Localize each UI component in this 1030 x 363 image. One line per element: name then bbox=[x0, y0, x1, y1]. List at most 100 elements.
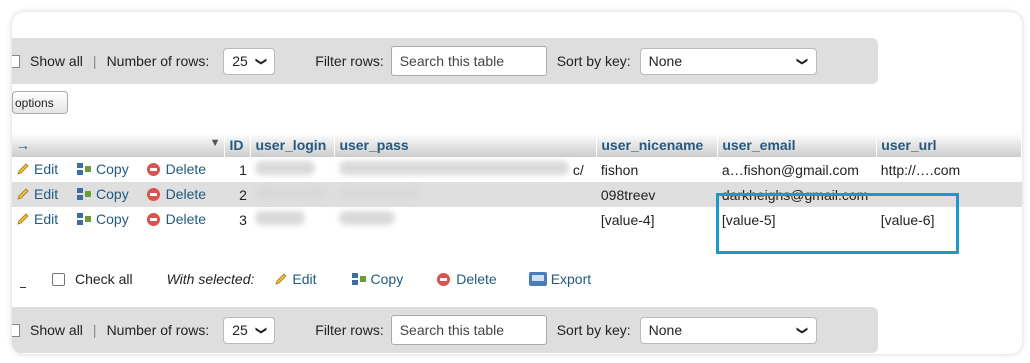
number-of-rows-label: Number of rows: bbox=[106, 53, 210, 69]
phpmyadmin-browse-panel: Show all | Number of rows: 25 ❯ Filter r… bbox=[12, 12, 1022, 354]
bulk-export-button[interactable]: Export bbox=[528, 271, 592, 287]
redacted-value bbox=[254, 161, 315, 175]
number-of-rows-label: Number of rows: bbox=[106, 322, 210, 338]
edit-label: Edit bbox=[34, 210, 59, 227]
right-arrow-icon: → bbox=[16, 137, 30, 153]
cell-id[interactable]: 1 bbox=[224, 157, 251, 182]
pencil-icon bbox=[275, 273, 287, 285]
bulk-copy-label: Copy bbox=[370, 271, 404, 287]
cell-id[interactable]: 2 bbox=[224, 182, 251, 207]
copy-link[interactable]: Copy bbox=[76, 161, 129, 177]
redacted-value bbox=[254, 186, 329, 200]
edit-label: Edit bbox=[34, 160, 59, 177]
row-actions: Edit Copy Delete bbox=[12, 207, 225, 232]
column-arrow-header[interactable]: → ▼ bbox=[12, 133, 226, 157]
filter-rows-placeholder: Search this table bbox=[399, 53, 505, 69]
filter-rows-label: Filter rows: bbox=[315, 53, 384, 69]
edit-label: Edit bbox=[34, 185, 59, 202]
cell-user-nicename[interactable]: 098treev bbox=[596, 182, 718, 207]
redacted-value bbox=[254, 211, 305, 225]
cell-user-pass[interactable]: c/ bbox=[334, 157, 597, 182]
bulk-delete-button[interactable]: Delete bbox=[437, 271, 497, 287]
edit-link[interactable]: Edit bbox=[16, 186, 58, 202]
column-header-id[interactable]: ID bbox=[224, 133, 252, 157]
bulk-delete-label: Delete bbox=[456, 271, 497, 287]
divider: | bbox=[92, 322, 97, 338]
with-selected-label: With selected: bbox=[166, 271, 255, 287]
column-header-user-nicename[interactable]: user_nicename bbox=[596, 133, 719, 157]
delete-link[interactable]: Delete bbox=[146, 211, 207, 227]
copy-link[interactable]: Copy bbox=[76, 186, 129, 202]
sort-by-key-select[interactable]: None ❯ bbox=[639, 316, 817, 344]
column-header-user-pass[interactable]: user_pass bbox=[334, 133, 598, 157]
cell-user-pass[interactable] bbox=[334, 207, 597, 232]
delete-label: Delete bbox=[165, 211, 207, 227]
options-button[interactable]: options bbox=[12, 91, 68, 114]
bulk-actions-bar: Check all With selected: Edit Copy Delet… bbox=[12, 268, 712, 290]
show-all-checkbox[interactable] bbox=[12, 54, 20, 68]
filter-rows-input[interactable]: Search this table bbox=[390, 315, 547, 345]
pencil-icon bbox=[17, 162, 29, 175]
options-label: options bbox=[15, 95, 54, 110]
rows-per-page-select[interactable]: 25 ❯ bbox=[223, 316, 276, 344]
cell-user-nicename[interactable]: [value-4] bbox=[596, 207, 718, 232]
column-header-user-login[interactable]: user_login bbox=[250, 133, 336, 157]
copy-link[interactable]: Copy bbox=[76, 211, 129, 227]
copy-icon bbox=[77, 162, 92, 175]
cell-user-login[interactable] bbox=[250, 207, 335, 232]
redacted-value bbox=[338, 161, 569, 175]
rows-per-page-value: 25 bbox=[232, 53, 248, 69]
export-icon bbox=[528, 272, 547, 286]
table-row: Edit Copy Delete 1 c/ fishon a…fishon@gm… bbox=[12, 157, 1022, 182]
delete-icon bbox=[146, 212, 160, 226]
sort-by-key-select[interactable]: None ❯ bbox=[639, 47, 817, 75]
row-actions: Edit Copy Delete bbox=[12, 157, 225, 182]
bulk-export-label: Export bbox=[550, 271, 592, 287]
check-all-checkbox[interactable] bbox=[52, 272, 65, 286]
edit-link[interactable]: Edit bbox=[16, 161, 58, 177]
chevron-down-icon: ❯ bbox=[255, 325, 268, 335]
check-all-label[interactable]: Check all bbox=[75, 271, 133, 287]
cell-user-url[interactable]: http://….com bbox=[876, 157, 1022, 182]
sort-by-key-label: Sort by key: bbox=[556, 322, 631, 338]
row-actions: Edit Copy Delete bbox=[12, 182, 225, 207]
cell-user-login[interactable] bbox=[250, 182, 335, 207]
table-header-row: → ▼ ID user_login user_pass user_nicenam… bbox=[12, 133, 1022, 157]
show-all-label: Show all bbox=[30, 322, 83, 338]
top-navigation-bar: Show all | Number of rows: 25 ❯ Filter r… bbox=[12, 38, 878, 84]
sort-chevron-icon[interactable]: ▼ bbox=[210, 137, 221, 149]
redacted-value bbox=[338, 186, 419, 200]
delete-link[interactable]: Delete bbox=[146, 186, 206, 202]
cell-id[interactable]: 3 bbox=[224, 207, 251, 232]
column-header-user-email[interactable]: user_email bbox=[717, 133, 878, 157]
tree-connector bbox=[20, 286, 26, 288]
chevron-down-icon: ❯ bbox=[796, 56, 809, 66]
delete-icon bbox=[146, 162, 160, 176]
cell-user-email[interactable]: a…fishon@gmail.com bbox=[717, 157, 877, 182]
copy-label: Copy bbox=[96, 185, 129, 202]
copy-icon bbox=[351, 273, 366, 285]
divider: | bbox=[92, 53, 97, 69]
copy-label: Copy bbox=[96, 160, 129, 177]
cell-user-nicename[interactable]: fishon bbox=[596, 157, 718, 182]
delete-label: Delete bbox=[165, 161, 207, 177]
cell-user-login[interactable] bbox=[250, 157, 335, 182]
bulk-copy-button[interactable]: Copy bbox=[351, 271, 404, 287]
cell-user-pass[interactable] bbox=[334, 182, 597, 207]
filter-rows-input[interactable]: Search this table bbox=[390, 46, 547, 76]
copy-icon bbox=[77, 187, 92, 200]
edit-link[interactable]: Edit bbox=[16, 211, 58, 227]
show-all-label: Show all bbox=[30, 53, 83, 69]
chevron-down-icon: ❯ bbox=[255, 56, 268, 66]
delete-icon bbox=[437, 272, 451, 286]
show-all-checkbox[interactable] bbox=[12, 323, 20, 337]
bulk-edit-button[interactable]: Edit bbox=[274, 271, 317, 287]
redacted-value bbox=[338, 211, 395, 225]
delete-icon bbox=[146, 187, 160, 201]
sort-by-key-value: None bbox=[648, 322, 683, 338]
rows-per-page-select[interactable]: 25 ❯ bbox=[223, 47, 276, 75]
user-pass-tail: c/ bbox=[572, 162, 584, 178]
column-header-user-url[interactable]: user_url bbox=[876, 133, 1022, 157]
delete-link[interactable]: Delete bbox=[146, 161, 207, 177]
copy-label: Copy bbox=[96, 210, 129, 227]
